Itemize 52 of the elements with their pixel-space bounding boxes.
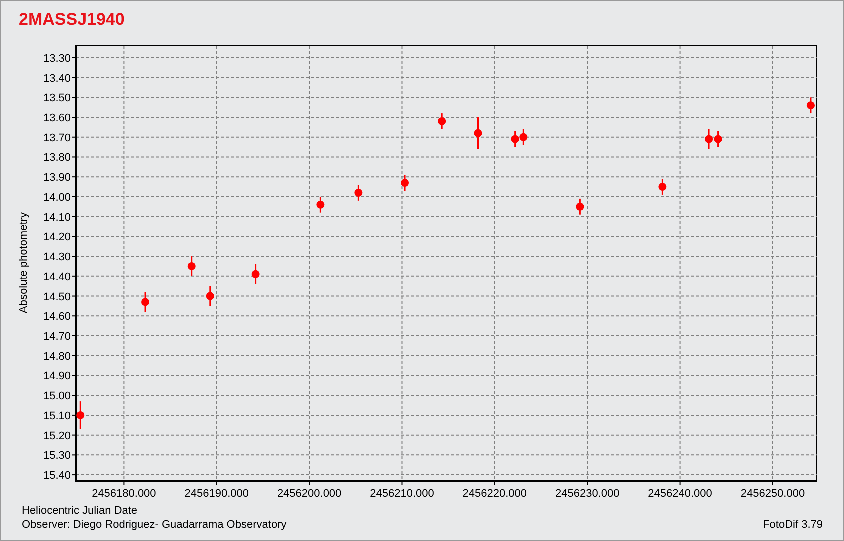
point bbox=[401, 179, 410, 188]
point bbox=[206, 292, 214, 300]
point bbox=[474, 129, 482, 138]
y-tick-label: 13.80 bbox=[43, 152, 71, 164]
y-tick-label: 14.60 bbox=[43, 311, 71, 324]
x-tick-label: 2456240.000 bbox=[648, 488, 712, 499]
point bbox=[438, 117, 446, 126]
point bbox=[76, 411, 85, 420]
y-tick-label: 13.40 bbox=[43, 72, 71, 85]
y-tick-label: 13.30 bbox=[43, 52, 71, 65]
observer-credit: Observer: Diego Rodriguez- Guadarrama Observatory bbox=[22, 519, 287, 531]
y-tick-label: 14.40 bbox=[43, 271, 71, 284]
x-tick-label: 2456180.000 bbox=[92, 488, 156, 499]
y-tick-label: 13.70 bbox=[43, 132, 71, 144]
x-tick-label: 2456230.000 bbox=[556, 488, 620, 499]
x-tick-label: 2456250.000 bbox=[740, 488, 806, 499]
y-tick-label: 14.50 bbox=[43, 291, 71, 304]
point bbox=[316, 200, 325, 209]
y-tick-label: 14.70 bbox=[43, 331, 71, 343]
y-tick-label: 14.00 bbox=[43, 192, 71, 204]
y-tick-label: 15.30 bbox=[43, 450, 71, 462]
y-tick-label: 15.20 bbox=[43, 430, 71, 442]
y-tick-label: 15.00 bbox=[43, 390, 71, 403]
x-tick-label: 2456200.000 bbox=[277, 488, 342, 499]
y-tick-label: 15.40 bbox=[43, 470, 71, 482]
y-tick-label: 14.30 bbox=[43, 252, 71, 264]
y-tick-label: 13.50 bbox=[43, 92, 71, 105]
point bbox=[520, 133, 528, 142]
point bbox=[576, 202, 584, 211]
y-axis-title: Absolute photometry bbox=[18, 212, 30, 314]
y-tick-label: 13.90 bbox=[43, 172, 71, 184]
point bbox=[188, 262, 196, 270]
point bbox=[354, 188, 363, 197]
point bbox=[658, 183, 667, 192]
y-tick-label: 14.10 bbox=[43, 212, 71, 224]
y-tick-label: 15.10 bbox=[43, 410, 71, 422]
y-tick-label: 14.20 bbox=[43, 232, 71, 244]
y-tick-label: 14.90 bbox=[43, 370, 71, 383]
x-tick-label: 2456210.000 bbox=[370, 488, 434, 499]
point bbox=[511, 135, 520, 144]
x-tick-label: 2456190.000 bbox=[184, 488, 249, 499]
y-tick-label: 14.80 bbox=[43, 350, 71, 363]
point bbox=[142, 298, 150, 306]
y-tick-label: 13.60 bbox=[43, 112, 71, 124]
point bbox=[806, 102, 815, 110]
point bbox=[705, 135, 714, 144]
chart-title: 2MASSJ1940 bbox=[18, 9, 126, 31]
point bbox=[252, 270, 260, 278]
x-axis-title: Heliocentric Julian Date bbox=[22, 505, 139, 517]
point bbox=[714, 135, 722, 144]
x-tick-label: 2456220.000 bbox=[462, 488, 528, 499]
software-version: FotoDif 3.79 bbox=[763, 519, 823, 531]
